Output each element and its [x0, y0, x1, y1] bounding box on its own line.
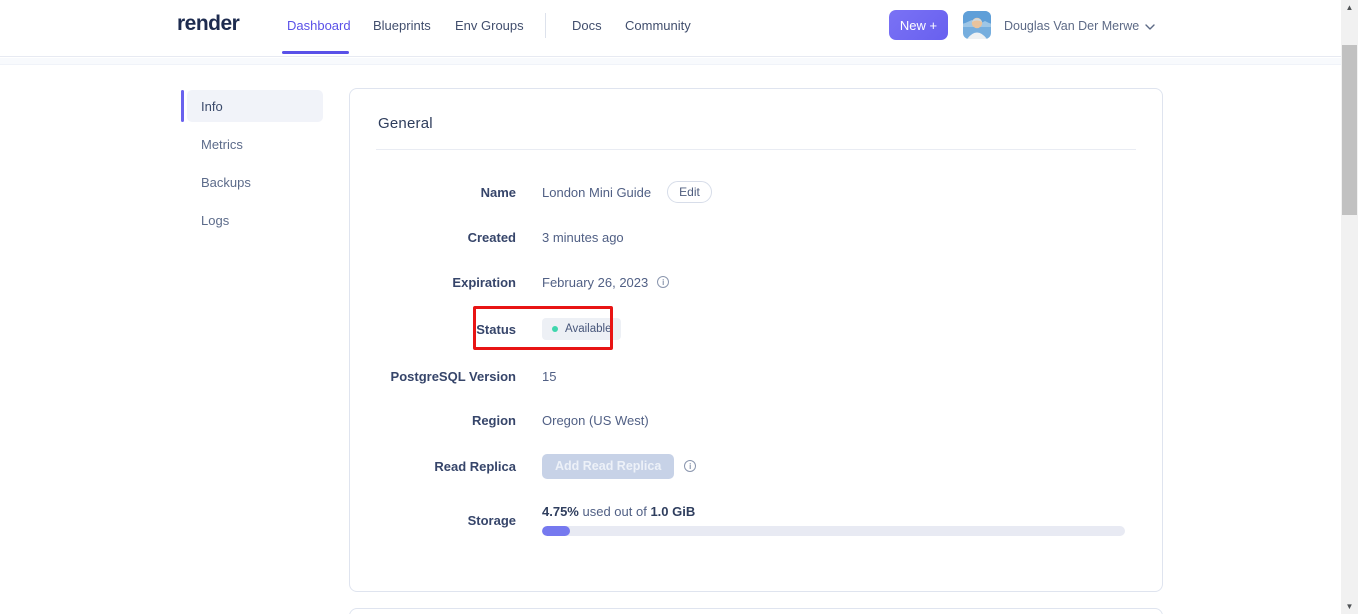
- sidebar-item-backups[interactable]: Backups: [181, 166, 323, 198]
- storage-progress-fill: [542, 526, 570, 536]
- region-row: Region Oregon (US West): [350, 407, 1162, 433]
- expiration-value: February 26, 2023: [542, 274, 649, 290]
- storage-usage-text: 4.75% used out of 1.0 GiB: [542, 504, 1125, 519]
- storage-label: Storage: [467, 512, 516, 528]
- user-menu-name[interactable]: Douglas Van Der Merwe: [1004, 19, 1139, 33]
- read-replica-label: Read Replica: [434, 458, 516, 474]
- storage-progress-bar: [542, 526, 1125, 536]
- next-card-top-edge: [349, 608, 1163, 614]
- created-label: Created: [467, 229, 516, 245]
- read-replica-info-icon[interactable]: i: [684, 460, 697, 472]
- expiration-info-icon[interactable]: i: [657, 276, 670, 288]
- status-badge: Available: [542, 318, 622, 340]
- nav-tab-blueprints[interactable]: Blueprints: [373, 18, 431, 33]
- scrollbar-down-arrow-icon[interactable]: ▼: [1341, 599, 1358, 614]
- postgresql-version-label: PostgreSQL Version: [390, 368, 516, 384]
- sidebar-item-info[interactable]: Info: [187, 90, 323, 122]
- storage-middle-text: used out of: [578, 504, 651, 519]
- scrollbar-thumb[interactable]: [1342, 45, 1357, 215]
- storage-used-percent: 4.75%: [542, 504, 579, 519]
- created-row: Created 3 minutes ago: [350, 224, 1162, 250]
- top-navigation-bar: render Dashboard Blueprints Env Groups D…: [0, 0, 1341, 57]
- sidebar-active-indicator: [181, 90, 184, 122]
- vertical-scrollbar[interactable]: ▲ ▼: [1341, 0, 1358, 614]
- avatar-photo: [963, 11, 991, 39]
- chevron-down-icon[interactable]: [1142, 19, 1158, 35]
- created-value: 3 minutes ago: [542, 229, 624, 245]
- sidebar-nav: Info Metrics Backups Logs: [181, 90, 323, 242]
- new-button[interactable]: New +: [889, 10, 948, 40]
- status-row: Status Available: [350, 316, 1162, 342]
- postgresql-version-row: PostgreSQL Version 15: [350, 363, 1162, 389]
- storage-row: Storage 4.75% used out of 1.0 GiB: [350, 497, 1162, 543]
- header-shadow-strip: [0, 58, 1341, 65]
- sidebar-item-label: Logs: [201, 212, 230, 228]
- nav-tab-docs[interactable]: Docs: [572, 18, 602, 33]
- scrollbar-up-arrow-icon[interactable]: ▲: [1341, 0, 1358, 15]
- name-row: Name London Mini Guide Edit: [350, 179, 1162, 205]
- active-tab-underline: [282, 51, 349, 54]
- expiration-row: Expiration February 26, 2023 i: [350, 269, 1162, 295]
- region-label: Region: [471, 412, 516, 428]
- status-badge-label: Available: [565, 323, 612, 335]
- status-available-dot-icon: [552, 326, 558, 332]
- region-value: Oregon (US West): [542, 412, 649, 428]
- avatar[interactable]: [963, 11, 991, 39]
- sidebar-item-metrics[interactable]: Metrics: [181, 128, 323, 160]
- postgresql-version-value: 15: [542, 368, 557, 384]
- status-label: Status: [476, 321, 516, 337]
- sidebar-item-label: Metrics: [201, 136, 243, 152]
- card-title: General: [378, 115, 433, 132]
- storage-details: 4.75% used out of 1.0 GiB: [542, 504, 1125, 536]
- add-read-replica-button[interactable]: Add Read Replica: [542, 453, 675, 479]
- nav-divider: [545, 13, 546, 38]
- edit-name-button[interactable]: Edit: [667, 181, 712, 203]
- sidebar-item-label: Info: [201, 98, 223, 114]
- sidebar-item-logs[interactable]: Logs: [181, 204, 323, 236]
- name-label: Name: [480, 184, 516, 200]
- nav-tab-env-groups[interactable]: Env Groups: [455, 18, 524, 33]
- name-value: London Mini Guide: [542, 184, 652, 200]
- storage-total: 1.0 GiB: [650, 504, 696, 519]
- nav-tab-dashboard[interactable]: Dashboard: [287, 18, 351, 33]
- sidebar-item-label: Backups: [201, 174, 251, 190]
- card-title-divider: [376, 149, 1136, 150]
- general-info-card: General Name London Mini Guide Edit Crea…: [349, 88, 1163, 592]
- render-dashboard-page: render Dashboard Blueprints Env Groups D…: [0, 0, 1358, 614]
- read-replica-row: Read Replica Add Read Replica i: [350, 453, 1162, 479]
- expiration-label: Expiration: [452, 274, 516, 290]
- nav-tab-community[interactable]: Community: [625, 18, 691, 33]
- render-logo[interactable]: render: [177, 12, 240, 36]
